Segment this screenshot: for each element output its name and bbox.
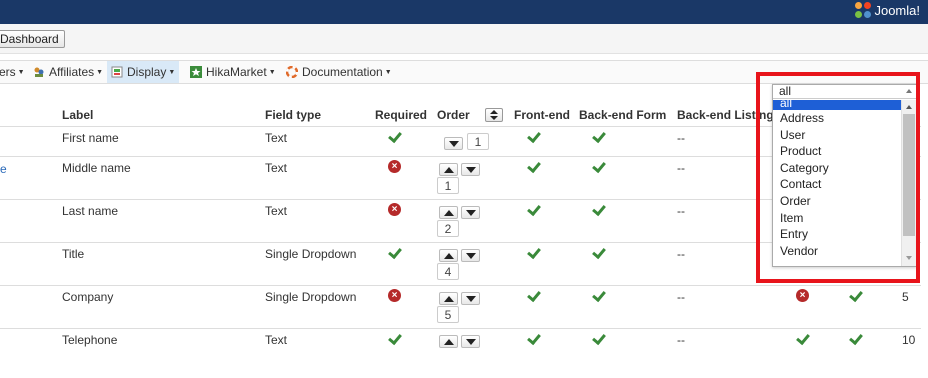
required-cross-icon[interactable]: × <box>388 289 401 302</box>
menu-item-label: ers <box>0 65 16 79</box>
field-label[interactable]: First name <box>62 131 119 145</box>
brand-text: Joomla! <box>874 2 920 18</box>
extra-check-icon[interactable] <box>849 288 863 302</box>
front-end-check-icon[interactable] <box>527 288 541 302</box>
required-check-icon[interactable] <box>388 331 402 345</box>
annotation-highlight-box <box>756 72 920 283</box>
back-end-listing-value: -- <box>677 247 685 261</box>
order-input[interactable]: 1 <box>467 133 489 150</box>
caret-down-icon: ▼ <box>17 68 25 76</box>
back-end-form-check-icon[interactable] <box>592 159 606 173</box>
order-up-button[interactable] <box>439 249 458 262</box>
extra-check-icon[interactable] <box>849 331 863 345</box>
required-cross-icon[interactable]: × <box>388 160 401 173</box>
field-type: Text <box>265 204 288 218</box>
hikamarket-icon <box>190 66 202 78</box>
toolbar: Dashboard <box>0 24 928 54</box>
row-link-fragment[interactable]: e <box>0 162 7 176</box>
back-end-form-check-icon[interactable] <box>592 129 606 143</box>
lifebuoy-icon <box>285 65 299 79</box>
display-icon <box>111 66 123 78</box>
extra-cross-icon[interactable]: × <box>796 289 809 302</box>
menu-item-label: Display <box>127 65 167 79</box>
ordering-value: 5 <box>902 290 909 304</box>
order-down-button[interactable] <box>444 137 463 150</box>
front-end-check-icon[interactable] <box>527 202 541 216</box>
order-up-button[interactable] <box>439 292 458 305</box>
col-header-required[interactable]: Required <box>375 108 427 122</box>
back-end-listing-value: -- <box>677 131 685 145</box>
order-up-button[interactable] <box>439 163 458 176</box>
order-down-button[interactable] <box>461 206 480 219</box>
front-end-check-icon[interactable] <box>527 159 541 173</box>
affiliates-icon <box>33 66 45 78</box>
back-end-listing-value: -- <box>677 333 685 347</box>
front-end-check-icon[interactable] <box>527 129 541 143</box>
menu-item-documentation[interactable]: Documentation ▼ <box>282 61 396 83</box>
caret-down-icon: ▼ <box>168 68 176 76</box>
back-end-listing-value: -- <box>677 290 685 304</box>
order-up-button[interactable] <box>439 206 458 219</box>
order-down-button[interactable] <box>461 163 480 176</box>
field-label[interactable]: Telephone <box>62 333 117 347</box>
order-up-button[interactable] <box>439 335 458 348</box>
order-down-button[interactable] <box>461 335 480 348</box>
back-end-form-check-icon[interactable] <box>592 202 606 216</box>
order-down-button[interactable] <box>461 249 480 262</box>
col-header-label[interactable]: Label <box>62 108 93 122</box>
field-label[interactable]: Title <box>62 247 84 261</box>
field-type: Single Dropdown <box>265 290 357 304</box>
caret-down-icon: ▼ <box>96 68 104 76</box>
admin-topbar: Joomla! <box>0 0 928 24</box>
back-end-listing-value: -- <box>677 161 685 175</box>
order-input[interactable]: 5 <box>437 306 459 323</box>
joomla-logo-icon <box>855 2 872 18</box>
menu-item-users[interactable]: ers ▼ <box>0 61 29 83</box>
col-header-order[interactable]: Order <box>437 108 470 122</box>
menu-item-affiliates[interactable]: Affiliates ▼ <box>29 61 107 83</box>
ordering-value: 10 <box>902 333 916 347</box>
menu-item-label: HikaMarket <box>206 65 267 79</box>
back-end-form-check-icon[interactable] <box>592 331 606 345</box>
menu-item-label: Affiliates <box>49 65 95 79</box>
col-header-field-type[interactable]: Field type <box>265 108 321 122</box>
field-type: Text <box>265 333 288 347</box>
menu-item-display[interactable]: Display ▼ <box>107 61 180 83</box>
back-end-form-check-icon[interactable] <box>592 288 606 302</box>
back-end-form-check-icon[interactable] <box>592 245 606 259</box>
order-input[interactable]: 1 <box>437 177 459 194</box>
order-input[interactable]: 2 <box>437 220 459 237</box>
caret-down-icon: ▼ <box>268 68 276 76</box>
col-header-back-end-form[interactable]: Back-end Form <box>579 108 666 122</box>
field-label[interactable]: Company <box>62 290 113 304</box>
back-end-listing-value: -- <box>677 204 685 218</box>
joomla-brand[interactable]: Joomla! <box>855 0 920 20</box>
dashboard-button[interactable]: Dashboard <box>0 30 65 48</box>
col-header-front-end[interactable]: Front-end <box>514 108 570 122</box>
field-type: Single Dropdown <box>265 247 357 261</box>
field-label[interactable]: Middle name <box>62 161 131 175</box>
menu-item-label: Documentation <box>302 65 383 79</box>
front-end-check-icon[interactable] <box>527 331 541 345</box>
row-divider <box>0 328 921 329</box>
menu-item-hikamarket[interactable]: HikaMarket ▼ <box>186 61 280 83</box>
sort-order-button[interactable] <box>485 108 503 122</box>
field-label[interactable]: Last name <box>62 204 118 218</box>
field-type: Text <box>265 131 288 145</box>
caret-down-icon: ▼ <box>384 68 392 76</box>
order-down-button[interactable] <box>461 292 480 305</box>
row-divider <box>0 285 921 286</box>
front-end-check-icon[interactable] <box>527 245 541 259</box>
order-input[interactable]: 4 <box>437 263 459 280</box>
required-cross-icon[interactable]: × <box>388 203 401 216</box>
field-type: Text <box>265 161 288 175</box>
required-check-icon[interactable] <box>388 129 402 143</box>
required-check-icon[interactable] <box>388 245 402 259</box>
extra-check-icon[interactable] <box>796 331 810 345</box>
